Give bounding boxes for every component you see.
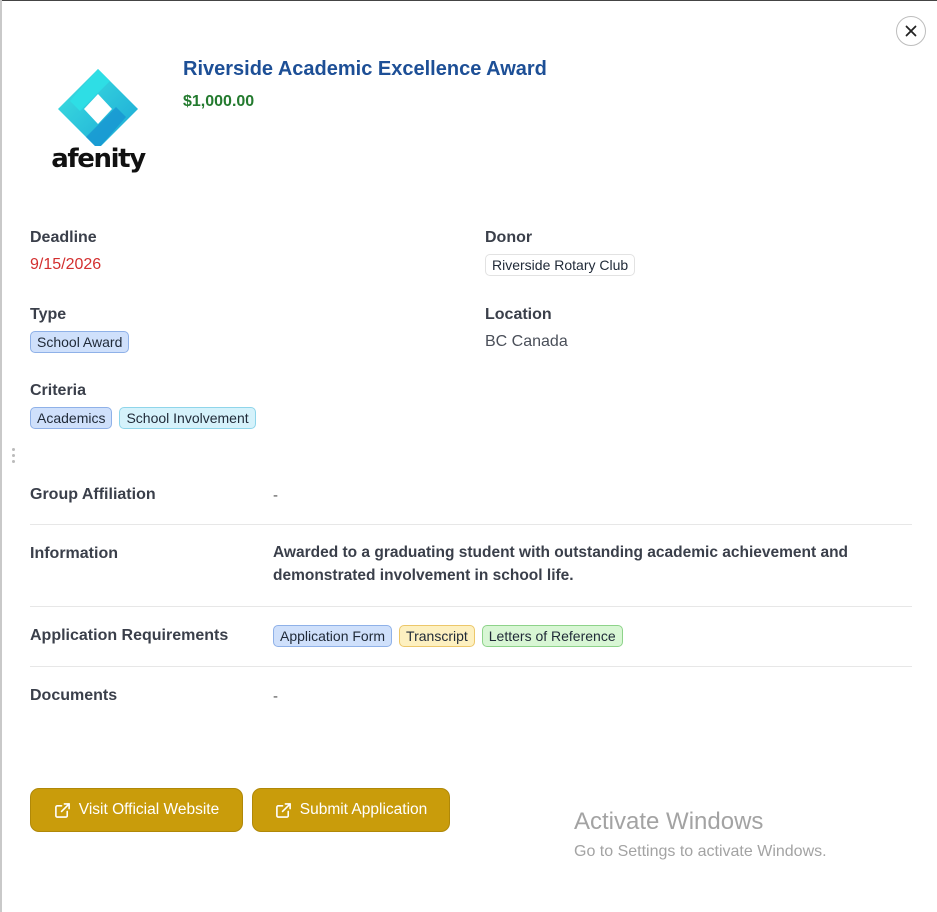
submit-application-label: Submit Application — [299, 801, 428, 818]
award-title: Riverside Academic Excellence Award — [183, 58, 547, 80]
row-divider — [30, 666, 912, 667]
requirement-tag-letters-of-reference: Letters of Reference — [481, 625, 623, 647]
window-top-edge — [0, 0, 937, 1]
criteria-label: Criteria — [30, 382, 87, 399]
external-link-icon — [54, 802, 70, 818]
external-link-icon — [275, 802, 291, 818]
submit-application-button[interactable]: Submit Application — [252, 788, 450, 832]
location-label: Location — [485, 306, 552, 323]
requirement-tag-application-form: Application Form — [273, 625, 393, 647]
logo-wordmark: afenity — [51, 144, 146, 174]
requirement-tag-transcript: Transcript — [399, 625, 475, 647]
window-left-edge — [0, 0, 2, 912]
close-icon — [905, 25, 917, 37]
group-affiliation-value: - — [273, 487, 278, 504]
criteria-tag-school-involvement: School Involvement — [119, 407, 256, 429]
documents-value: - — [273, 688, 278, 705]
type-tag: School Award — [30, 331, 130, 353]
row-divider — [30, 524, 912, 525]
information-value: Awarded to a graduating student with out… — [273, 544, 849, 584]
documents-label: Documents — [30, 687, 118, 704]
information-label: Information — [30, 545, 118, 562]
visit-official-website-button[interactable]: Visit Official Website — [30, 788, 243, 832]
deadline-value: 9/15/2026 — [30, 256, 102, 273]
criteria-tag-academics: Academics — [30, 407, 113, 429]
afenity-logo: afenity — [50, 66, 146, 182]
type-label: Type — [30, 306, 67, 323]
drag-handle[interactable] — [12, 448, 16, 466]
activate-windows-subtitle: Go to Settings to activate Windows. — [574, 843, 827, 860]
visit-official-website-label: Visit Official Website — [78, 801, 220, 818]
donor-label: Donor — [485, 229, 533, 246]
location-value: BC Canada — [485, 333, 568, 350]
activate-windows-title: Activate Windows — [574, 808, 764, 835]
deadline-label: Deadline — [30, 229, 97, 246]
award-amount: $1,000.00 — [183, 93, 255, 110]
logo-mark — [58, 69, 138, 149]
group-affiliation-label: Group Affiliation — [30, 486, 156, 503]
application-requirements-label: Application Requirements — [30, 627, 229, 644]
donor-tag: Riverside Rotary Club — [485, 254, 636, 276]
close-button[interactable] — [896, 16, 926, 46]
row-divider — [30, 606, 912, 607]
